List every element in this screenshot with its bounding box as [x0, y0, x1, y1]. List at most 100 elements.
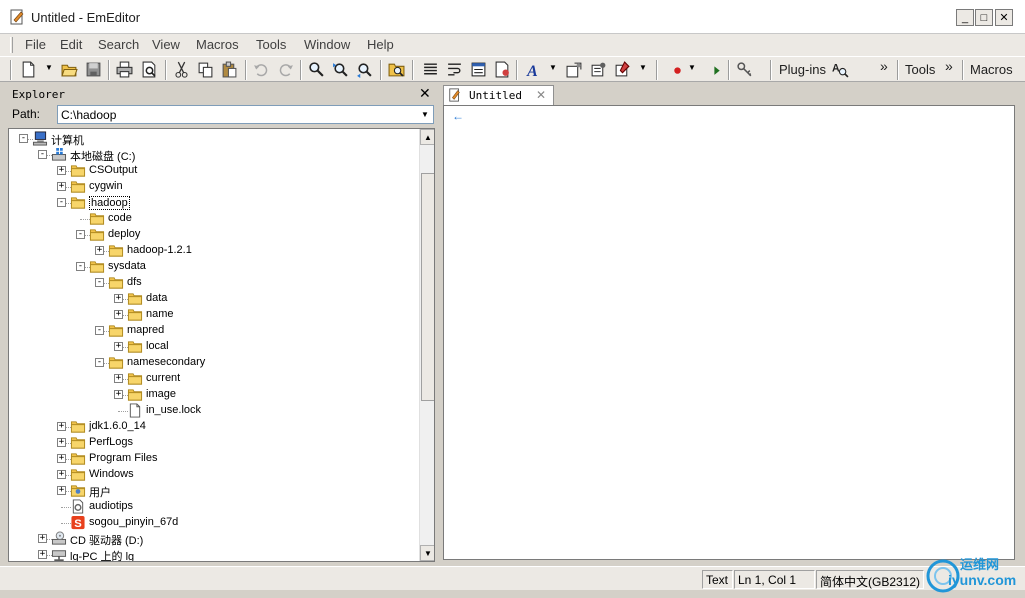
word-wrap-icon[interactable] — [422, 61, 439, 78]
status-mode[interactable]: Text — [702, 570, 733, 589]
tree-item-label[interactable]: lg-PC 上的 lg — [70, 548, 134, 561]
tree-item-label[interactable]: audiotips — [89, 500, 133, 512]
window-view-icon[interactable] — [470, 61, 487, 78]
tree-item[interactable]: + cygwin — [9, 179, 417, 195]
menu-file[interactable]: File — [25, 37, 46, 52]
menu-window[interactable]: Window — [304, 37, 350, 52]
find-previous-icon[interactable] — [356, 61, 373, 78]
tree-item-label[interactable]: 计算机 — [51, 132, 84, 148]
toolbar-grip[interactable] — [770, 60, 772, 80]
tree-item-label[interactable]: 本地磁盘 (C:) — [70, 148, 135, 164]
tree-item-label[interactable]: image — [146, 388, 176, 400]
tree-item-label[interactable]: hadoop — [89, 196, 130, 210]
tree-item[interactable]: + lg-PC 上的 lg — [9, 547, 417, 561]
tree-item[interactable]: audiotips — [9, 499, 417, 515]
tree-item[interactable]: - deploy — [9, 227, 417, 243]
tree-item-label[interactable]: namesecondary — [127, 356, 205, 368]
tree-expand-icon[interactable]: + — [57, 182, 66, 191]
key-icon[interactable] — [736, 61, 753, 78]
configuration-icon[interactable] — [590, 61, 607, 78]
tree-expand-icon[interactable]: + — [95, 246, 104, 255]
tree-item[interactable]: + current — [9, 371, 417, 387]
tree-item[interactable]: - 计算机 — [9, 131, 417, 147]
tree-expand-icon[interactable]: + — [57, 166, 66, 175]
tree-item-label[interactable]: Windows — [89, 468, 134, 480]
minimize-button[interactable]: _ — [956, 9, 974, 26]
menu-help[interactable]: Help — [367, 37, 394, 52]
print-icon[interactable] — [116, 61, 133, 78]
plugins-overflow-icon[interactable]: » — [880, 58, 888, 74]
tools-toolbar-label[interactable]: Tools — [905, 62, 935, 77]
tree-item-label[interactable]: current — [146, 372, 180, 384]
status-encoding[interactable]: 简体中文(GB2312) — [816, 570, 924, 589]
maximize-button[interactable]: □ — [975, 9, 993, 26]
tree-item[interactable]: + PerfLogs — [9, 435, 417, 451]
path-combobox[interactable]: C:\hadoop ▼ — [57, 105, 434, 124]
tab-close-icon[interactable]: ✕ — [536, 88, 546, 102]
record-dropdown-icon[interactable]: ▼ — [688, 63, 696, 72]
tree-item-label[interactable]: sogou_pinyin_67d — [89, 516, 178, 528]
menu-search[interactable]: Search — [98, 37, 139, 52]
tree-item[interactable]: + data — [9, 291, 417, 307]
tree-item[interactable]: Ssogou_pinyin_67d — [9, 515, 417, 531]
tree-item[interactable]: + local — [9, 339, 417, 355]
menu-macros[interactable]: Macros — [196, 37, 239, 52]
tree-expand-icon[interactable]: + — [57, 470, 66, 479]
tree-item-label[interactable]: CD 驱动器 (D:) — [70, 532, 143, 548]
tree-collapse-icon[interactable]: - — [38, 150, 47, 159]
macro-tools-icon[interactable] — [614, 61, 631, 78]
menu-edit[interactable]: Edit — [60, 37, 82, 52]
toolbar-grip[interactable] — [10, 60, 12, 80]
folder-tree[interactable]: - 计算机 - 本地磁盘 (C:) + CSOutput + cygwin - hadoop cod… — [8, 128, 435, 562]
tree-item[interactable]: + 用户 — [9, 483, 417, 499]
tree-item-label[interactable]: in_use.lock — [146, 404, 201, 416]
tree-expand-icon[interactable]: + — [57, 422, 66, 431]
path-value[interactable]: C:\hadoop — [61, 108, 116, 122]
menu-grip[interactable] — [10, 37, 13, 53]
find-icon[interactable] — [308, 61, 325, 78]
tree-expand-icon[interactable]: + — [114, 294, 123, 303]
tree-collapse-icon[interactable]: - — [57, 198, 66, 207]
plugin-spell-check-icon[interactable]: A — [832, 61, 849, 78]
tree-collapse-icon[interactable]: - — [76, 262, 85, 271]
tree-item-label[interactable]: jdk1.6.0_14 — [89, 420, 146, 432]
font-icon[interactable]: A — [525, 61, 542, 78]
tree-collapse-icon[interactable]: - — [95, 278, 104, 287]
tree-item-label[interactable]: hadoop-1.2.1 — [127, 244, 192, 256]
toolbar-grip[interactable] — [897, 60, 899, 80]
print-preview-icon[interactable] — [141, 61, 158, 78]
tree-item[interactable]: in_use.lock — [9, 403, 417, 419]
tree-vertical-scrollbar[interactable]: ▲ ▼ — [419, 129, 434, 561]
tree-expand-icon[interactable]: + — [114, 390, 123, 399]
find-in-files-icon[interactable] — [388, 61, 405, 78]
tree-item[interactable]: + Windows — [9, 467, 417, 483]
undo-icon[interactable] — [253, 61, 270, 78]
tree-expand-icon[interactable]: + — [57, 486, 66, 495]
tree-item-label[interactable]: mapred — [127, 324, 164, 336]
tree-item[interactable]: + name — [9, 307, 417, 323]
tree-item[interactable]: - mapred — [9, 323, 417, 339]
tree-item[interactable]: - sysdata — [9, 259, 417, 275]
save-disk-icon[interactable] — [85, 61, 102, 78]
tree-expand-icon[interactable]: + — [38, 534, 47, 543]
tab-untitled[interactable]: Untitled ✕ — [443, 85, 554, 105]
tree-expand-icon[interactable]: + — [57, 438, 66, 447]
tree-item-label[interactable]: data — [146, 292, 167, 304]
toolbar-grip[interactable] — [962, 60, 964, 80]
tree-expand-icon[interactable]: + — [114, 310, 123, 319]
tree-item[interactable]: + hadoop-1.2.1 — [9, 243, 417, 259]
tree-item-label[interactable]: 用户 — [89, 484, 111, 500]
tree-expand-icon[interactable]: + — [114, 342, 123, 351]
tree-item[interactable]: - dfs — [9, 275, 417, 291]
pane-splitter[interactable] — [435, 85, 441, 562]
scroll-thumb[interactable] — [421, 173, 434, 401]
tree-item[interactable]: - 本地磁盘 (C:) — [9, 147, 417, 163]
explorer-close-icon[interactable]: ✕ — [419, 85, 431, 102]
find-next-icon[interactable] — [332, 61, 349, 78]
tree-item-label[interactable]: PerfLogs — [89, 436, 133, 448]
run-macro-icon[interactable] — [708, 61, 725, 78]
text-editor-area[interactable]: ← — [443, 105, 1015, 560]
path-dropdown-icon[interactable]: ▼ — [421, 110, 431, 120]
plugins-label[interactable]: Plug-ins — [779, 62, 826, 77]
cut-icon[interactable] — [173, 61, 190, 78]
